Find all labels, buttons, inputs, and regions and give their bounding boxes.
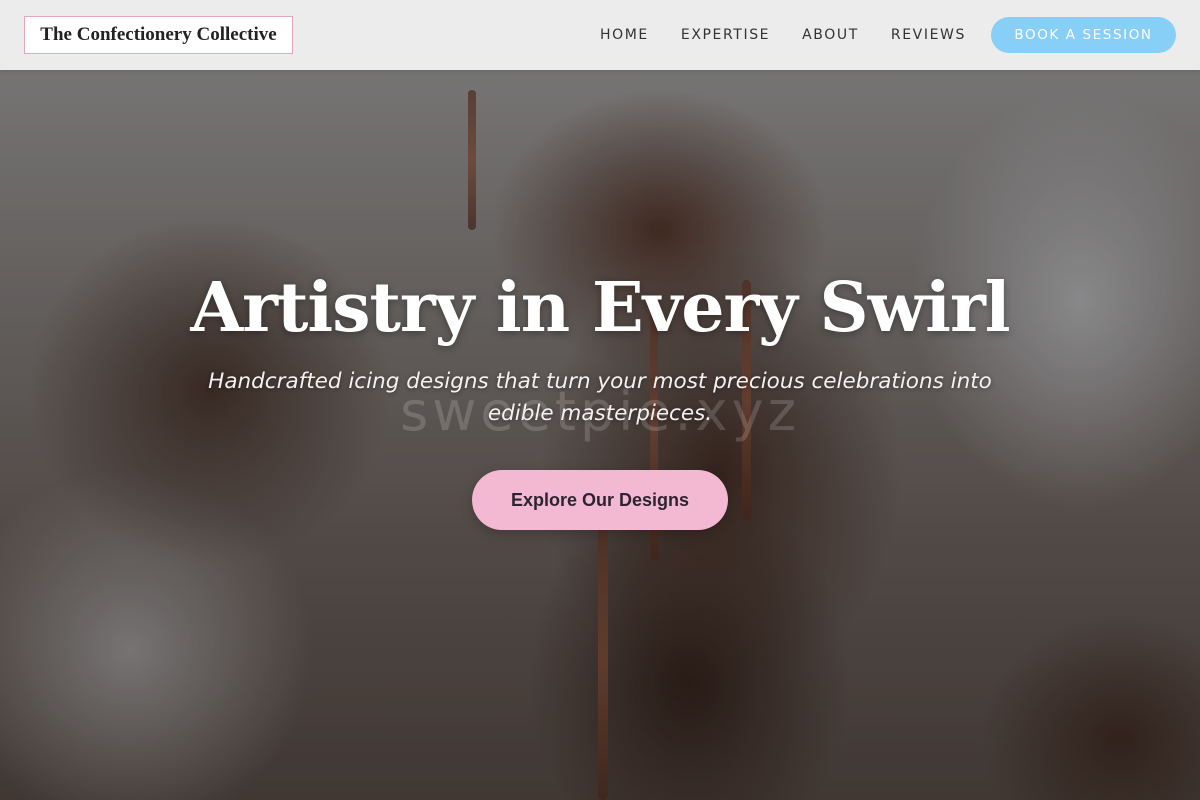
hero-subtitle: Handcrafted icing designs that turn your… [208, 369, 992, 426]
site-header: The Confectionery Collective HOME EXPERT… [0, 0, 1200, 70]
nav-reviews[interactable]: REVIEWS [891, 27, 966, 43]
nav-home[interactable]: HOME [600, 27, 649, 43]
hero-headline: Artistry in Every Swirl [190, 268, 1010, 348]
explore-designs-button[interactable]: Explore Our Designs [472, 470, 728, 530]
book-session-button[interactable]: BOOK A SESSION [991, 17, 1176, 53]
site-logo[interactable]: The Confectionery Collective [24, 16, 293, 54]
nav-expertise[interactable]: EXPERTISE [681, 27, 770, 43]
main-nav: HOME EXPERTISE ABOUT REVIEWS [600, 0, 998, 70]
nav-about[interactable]: ABOUT [802, 27, 859, 43]
